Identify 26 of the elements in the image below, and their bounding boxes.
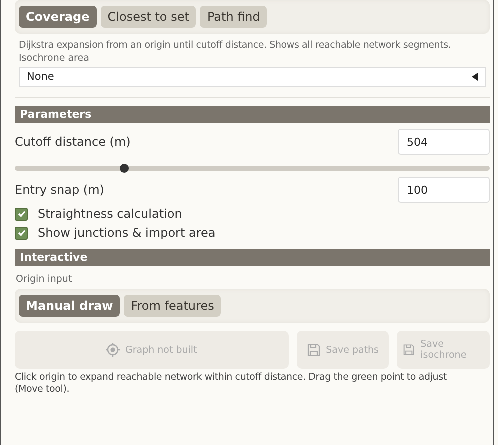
section-header: Parameters	[15, 106, 490, 123]
target-icon	[106, 343, 120, 357]
mode-tab[interactable]: Coverage	[19, 6, 97, 28]
slider-thumb[interactable]	[120, 164, 130, 173]
checkbox-label: Show junctions & import area	[38, 226, 216, 240]
checkbox-label: Straightness calculation	[38, 207, 182, 221]
origin-tab[interactable]: Manual draw	[19, 295, 120, 317]
origin-tab[interactable]: From features	[124, 295, 222, 317]
checkbox[interactable]	[15, 226, 28, 240]
save-icon	[403, 343, 416, 357]
save-icon	[307, 343, 322, 357]
origin-label: Origin input	[16, 274, 74, 285]
mode-description: Dijkstra expansion from an origin until cutoff distance. Shows all reachable network segments.	[19, 40, 452, 51]
section-header: Interactive	[15, 249, 490, 266]
field-label: Entry snap (m)	[15, 183, 104, 197]
mode-tab[interactable]: Closest to set	[100, 6, 196, 28]
isochrone-label: Isochrone area	[19, 53, 90, 64]
mode-tab[interactable]: Path find	[200, 6, 268, 28]
distance-slider[interactable]	[15, 166, 490, 171]
help-text: Click origin to expand reachable network within cutoff distance. Drag the green point to adjust (Move tool).	[15, 372, 448, 397]
isochrone-dropdown[interactable]: None	[19, 67, 486, 87]
caret-icon	[472, 73, 478, 81]
input-field[interactable]: 504	[398, 129, 490, 155]
checkbox[interactable]	[15, 208, 28, 220]
input-field[interactable]: 100	[398, 177, 490, 203]
field-label: Cutoff distance (m)	[15, 135, 131, 149]
